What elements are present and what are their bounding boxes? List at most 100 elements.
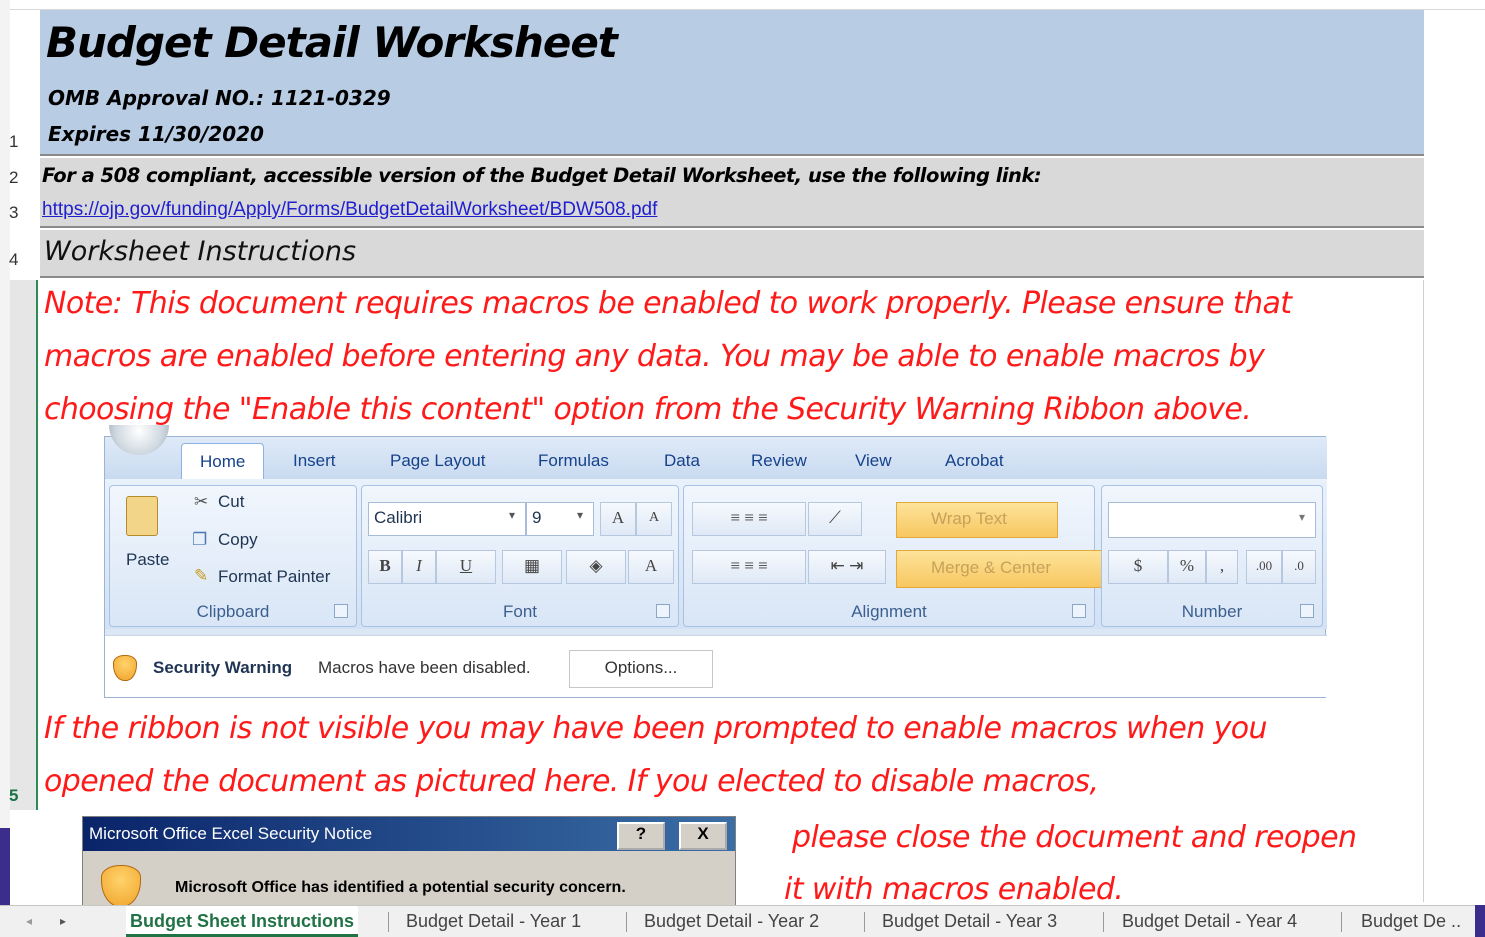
scroll-left-icon[interactable]: ◂ — [22, 906, 36, 937]
cut-label: Cut — [218, 492, 245, 511]
expiration-date: Expires 11/30/2020 — [48, 122, 264, 146]
row-number-3[interactable]: 3 — [0, 203, 39, 223]
alignment-label: Alignment — [851, 602, 927, 621]
dialog-launcher-icon — [334, 604, 348, 618]
bold-icon: B — [368, 550, 402, 584]
tab-data: Data — [664, 451, 700, 470]
security-warning-bar: Security Warning Macros have been disabl… — [105, 635, 1327, 697]
security-warning-title: Security Warning — [153, 658, 293, 677]
tab-separator — [1341, 912, 1342, 932]
sheet-tab-year-1[interactable]: Budget Detail - Year 1 — [402, 906, 585, 937]
dialog-launcher-icon — [656, 604, 670, 618]
sheet-tab-year-3[interactable]: Budget Detail - Year 3 — [878, 906, 1061, 937]
sheet-tab-instructions[interactable]: Budget Sheet Instructions — [126, 906, 359, 937]
merge-center-button: Merge & Center — [896, 550, 1106, 588]
row-number-1[interactable]: 1 — [0, 132, 39, 152]
borders-icon: ▦ — [502, 550, 562, 584]
column-header-strip — [0, 0, 1485, 10]
ribbon-line-1: If the ribbon is not visible you may hav… — [44, 711, 1267, 746]
font-size-box: 9 ▾ — [526, 502, 594, 536]
options-button: Options... — [569, 650, 713, 688]
vertical-align-icons: ≡ ≡ ≡ — [692, 502, 806, 536]
window-edge-accent — [0, 828, 10, 908]
font-label: Font — [502, 602, 538, 621]
italic-icon: I — [402, 550, 436, 584]
help-icon: ? — [617, 822, 665, 850]
font-name: Calibri — [374, 508, 423, 527]
note-line-1: Note: This document requires macros be e… — [44, 286, 1292, 321]
comma-icon: , — [1206, 550, 1238, 584]
tab-separator — [1103, 912, 1104, 932]
sheet-tab-year-2[interactable]: Budget Detail - Year 2 — [640, 906, 823, 937]
close-line-2: it with macros enabled. — [784, 872, 1124, 907]
clipboard-label: Clipboard — [196, 602, 270, 621]
office-button-icon — [109, 425, 169, 455]
ribbon-groups: Paste ✂ Cut ❐ Copy ✎ Format Painter Clip… — [105, 479, 1327, 629]
sheet-tab-year-4[interactable]: Budget Detail - Year 4 — [1118, 906, 1301, 937]
fill-color-icon: ◈ — [566, 550, 626, 584]
dialog-launcher-icon — [1300, 604, 1314, 618]
tab-acrobat: Acrobat — [945, 451, 1004, 470]
tab-view: View — [855, 451, 892, 470]
tab-separator — [388, 912, 389, 932]
clipboard-group: Paste ✂ Cut ❐ Copy ✎ Format Painter Clip… — [109, 485, 357, 627]
ribbon-tab-bar: Home Insert Page Layout Formulas Data Re… — [105, 425, 1327, 480]
tab-review: Review — [751, 451, 807, 470]
scissors-icon: ✂ — [194, 492, 209, 511]
sheet-tab-strip: ◂ ▸ Budget Sheet Instructions Budget Det… — [0, 905, 1485, 937]
compliance-text: For a 508 compliant, accessible version … — [42, 164, 1042, 187]
horizontal-align-icons: ≡ ≡ ≡ — [692, 550, 806, 584]
copy-icon: ❐ — [192, 530, 208, 549]
tab-insert: Insert — [293, 451, 336, 470]
wrap-text-button: Wrap Text — [896, 502, 1058, 538]
copy-label: Copy — [218, 530, 258, 549]
number-label: Number — [1181, 602, 1243, 621]
ribbon-screenshot: Home Insert Page Layout Formulas Data Re… — [104, 425, 1327, 698]
shield-icon — [101, 865, 141, 907]
chevron-down-icon: ▾ — [1299, 510, 1306, 524]
increase-decimal-icon: .00 — [1246, 550, 1282, 584]
page-title: Budget Detail Worksheet — [46, 18, 618, 67]
row-number-2[interactable]: 2 — [0, 168, 39, 188]
paste-icon — [126, 496, 158, 536]
tab-page-layout: Page Layout — [390, 451, 486, 470]
underline-icon: U — [436, 550, 496, 584]
format-painter-icon: ✎ — [194, 566, 209, 585]
percent-icon: % — [1168, 550, 1206, 584]
indent-icons: ⇤ ⇥ — [808, 550, 886, 584]
chevron-down-icon: ▾ — [509, 508, 516, 522]
close-line-1: please close the document and reopen — [792, 820, 1357, 855]
shrink-font-icon: A — [636, 502, 672, 536]
font-group: Calibri ▾ 9 ▾ A A B I U ▦ ◈ A Font — [361, 485, 679, 627]
scroll-right-icon[interactable]: ▸ — [56, 906, 70, 937]
security-warning-message: Macros have been disabled. — [318, 658, 531, 677]
sheet-tab-year-5[interactable]: Budget De .. — [1357, 906, 1465, 937]
chevron-down-icon: ▾ — [577, 508, 584, 522]
font-size: 9 — [532, 508, 542, 527]
tab-home: Home — [181, 443, 265, 480]
grow-font-icon: A — [600, 502, 636, 536]
orientation-icon: ⟋ — [808, 502, 862, 536]
number-format-box: ▾ — [1108, 502, 1316, 538]
note-line-2: macros are enabled before entering any d… — [44, 339, 1265, 374]
row-number-5[interactable]: 5 — [0, 786, 39, 806]
tab-separator — [864, 912, 865, 932]
font-color-icon: A — [628, 550, 674, 584]
omb-approval: OMB Approval NO.: 1121-0329 — [48, 86, 391, 110]
dialog-title: Microsoft Office Excel Security Notice — [89, 824, 373, 843]
alignment-group: ≡ ≡ ≡ ⟋ Wrap Text ≡ ≡ ≡ ⇤ ⇥ Merge & Cent… — [683, 485, 1106, 627]
dialog-titlebar: Microsoft Office Excel Security Notice ?… — [83, 817, 735, 851]
dialog-launcher-icon — [1072, 604, 1086, 618]
row-number-4[interactable]: 4 — [0, 250, 39, 270]
paste-label: Paste — [126, 550, 170, 569]
security-notice-dialog-screenshot: Microsoft Office Excel Security Notice ?… — [82, 816, 736, 907]
shield-icon — [113, 655, 137, 681]
number-group: ▾ $ % , .00 .0 Number — [1101, 485, 1323, 627]
bdw508-link[interactable]: https://ojp.gov/funding/Apply/Forms/Budg… — [42, 199, 657, 221]
decrease-decimal-icon: .0 — [1282, 550, 1316, 584]
window-edge-accent — [1475, 905, 1485, 937]
close-icon: X — [679, 822, 727, 850]
row-5-selection-bar — [10, 280, 38, 810]
currency-icon: $ — [1108, 550, 1168, 584]
format-painter-label: Format Painter — [218, 567, 331, 586]
